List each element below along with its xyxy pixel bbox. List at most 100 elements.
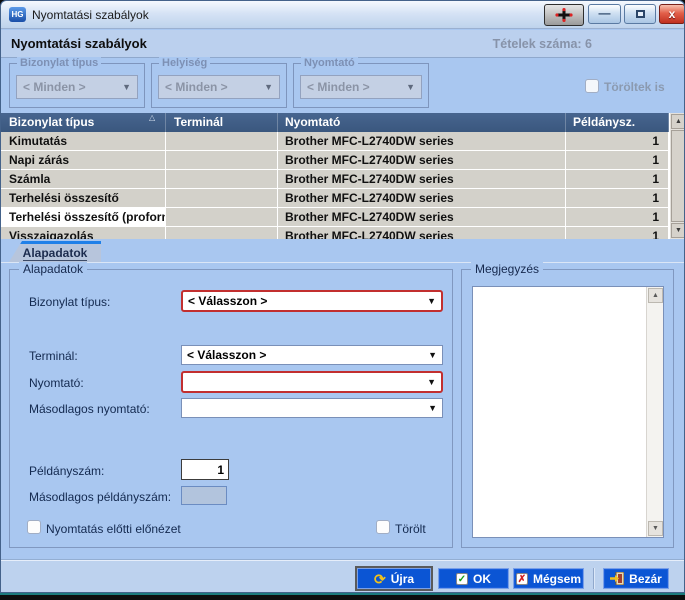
scroll-down-button[interactable]: ▼ xyxy=(671,223,685,238)
filter-selected-value: < Minden > xyxy=(307,80,370,94)
copies-label: Példányszám: xyxy=(29,464,104,478)
rules-table: Bizonylat típus △ Terminál Nyomtató Péld… xyxy=(1,113,685,239)
cell-printer[interactable]: Brother MFC-L2740DW series xyxy=(279,132,566,150)
secondary-printer-label: Másodlagos nyomtató: xyxy=(29,402,150,416)
show-deleted-checkbox[interactable] xyxy=(585,79,599,93)
cell-copies[interactable]: 1 xyxy=(567,170,669,188)
cell-printer[interactable]: Brother MFC-L2740DW series xyxy=(279,170,566,188)
maximize-button[interactable] xyxy=(624,4,656,24)
ok-label: OK xyxy=(473,572,491,586)
cell-terminal[interactable] xyxy=(167,227,278,239)
items-count-label: Tételek száma: xyxy=(493,37,582,51)
cell-copies[interactable]: 1 xyxy=(567,151,669,169)
cell-document-type[interactable]: Terhelési összesítő (proform xyxy=(1,208,166,226)
scroll-down-button[interactable]: ▼ xyxy=(648,521,663,536)
retry-icon: ⟳ xyxy=(374,573,386,585)
filter-group-label: Helyiség xyxy=(159,57,210,69)
chevron-down-icon: ▼ xyxy=(406,76,415,98)
deleted-label: Törölt xyxy=(395,522,426,536)
selected-value: < Válasszon > xyxy=(188,294,267,308)
document-type-label: Bizonylat típus: xyxy=(29,295,110,309)
table-row[interactable]: Napi zárás Brother MFC-L2740DW series 1 xyxy=(1,151,669,170)
cell-copies[interactable]: 1 xyxy=(567,227,669,239)
table-header: Bizonylat típus △ Terminál Nyomtató Péld… xyxy=(1,113,669,132)
ok-button[interactable]: ✓ OK xyxy=(438,568,509,589)
secondary-printer-select[interactable]: ▼ xyxy=(181,398,443,418)
filter-selected-value: < Minden > xyxy=(165,80,228,94)
comment-textarea[interactable]: ▲ ▼ xyxy=(472,286,664,538)
retry-button[interactable]: ⟳ Újra xyxy=(355,566,433,591)
groupbox-label: Megjegyzés xyxy=(471,262,543,276)
filter-document-type-select[interactable]: < Minden > ▼ xyxy=(16,75,138,99)
sort-ascending-icon: △ xyxy=(149,113,155,122)
close-button[interactable]: x xyxy=(659,4,685,24)
filter-group-document-type: Bizonylat típus < Minden > ▼ xyxy=(9,63,145,108)
move-icon xyxy=(554,8,574,22)
column-header-copies[interactable]: Példánysz. xyxy=(567,113,669,132)
cell-terminal[interactable] xyxy=(167,189,278,207)
cell-printer[interactable]: Brother MFC-L2740DW series xyxy=(279,189,566,207)
scrollbar-thumb[interactable] xyxy=(671,130,685,222)
table-row[interactable]: Kimutatás Brother MFC-L2740DW series 1 xyxy=(1,132,669,151)
cell-printer[interactable]: Brother MFC-L2740DW series xyxy=(279,151,566,169)
cell-printer[interactable]: Brother MFC-L2740DW series xyxy=(279,208,566,226)
tab-strip: Alapadatok xyxy=(1,239,684,262)
cancel-button[interactable]: ✗ Mégsem xyxy=(513,568,584,589)
cell-terminal[interactable] xyxy=(167,170,278,188)
window-title: Nyomtatási szabályok xyxy=(32,8,149,22)
filter-group-label: Bizonylat típus xyxy=(17,57,101,69)
retry-label: Újra xyxy=(391,572,414,586)
cell-document-type[interactable]: Terhelési összesítő xyxy=(1,189,166,207)
table-row-selected[interactable]: Terhelési összesítő (proform Brother MFC… xyxy=(1,208,669,227)
close-form-button[interactable]: Bezár xyxy=(603,568,669,589)
cell-document-type[interactable]: Kimutatás xyxy=(1,132,166,150)
column-header-document-type[interactable]: Bizonylat típus xyxy=(1,113,166,132)
cell-printer[interactable]: Brother MFC-L2740DW series xyxy=(279,227,566,239)
cell-copies[interactable]: 1 xyxy=(567,208,669,226)
scroll-up-button[interactable]: ▲ xyxy=(671,114,685,129)
document-type-select[interactable]: < Válasszon > ▼ xyxy=(181,290,443,312)
filter-selected-value: < Minden > xyxy=(23,80,86,94)
table-scrollbar[interactable]: ▲ ▼ xyxy=(669,113,685,239)
cell-copies[interactable]: 1 xyxy=(567,189,669,207)
filter-group-printer: Nyomtató < Minden > ▼ xyxy=(293,63,429,108)
chevron-down-icon: ▼ xyxy=(427,377,436,387)
secondary-copies-input xyxy=(181,486,227,505)
cell-terminal[interactable] xyxy=(167,132,278,150)
table-row[interactable]: Visszaigazolás Brother MFC-L2740DW serie… xyxy=(1,227,669,239)
form-header: Nyomtatási szabályok Tételek száma: 6 xyxy=(1,30,684,58)
table-row[interactable]: Terhelési összesítő Brother MFC-L2740DW … xyxy=(1,189,669,208)
cancel-x-icon: ✗ xyxy=(516,573,528,585)
move-window-button[interactable] xyxy=(544,4,584,26)
cell-terminal[interactable] xyxy=(167,208,278,226)
chevron-down-icon: ▼ xyxy=(428,350,437,360)
filter-printer-select[interactable]: < Minden > ▼ xyxy=(300,75,422,99)
selected-value: < Válasszon > xyxy=(187,348,266,362)
minimize-button[interactable]: — xyxy=(588,4,621,24)
copies-input[interactable] xyxy=(181,459,229,480)
deleted-checkbox[interactable] xyxy=(376,520,390,534)
terminal-select[interactable]: < Válasszon > ▼ xyxy=(181,345,443,365)
column-header-printer[interactable]: Nyomtató xyxy=(279,113,566,132)
title-bar[interactable]: HG Nyomtatási szabályok — x xyxy=(1,1,684,29)
button-divider xyxy=(593,568,594,589)
printer-select[interactable]: ▼ xyxy=(181,371,443,393)
close-icon: x xyxy=(669,7,676,21)
filter-group-label: Nyomtató xyxy=(301,57,358,69)
cell-terminal[interactable] xyxy=(167,151,278,169)
comment-scrollbar[interactable]: ▲ ▼ xyxy=(646,287,663,537)
filter-location-select[interactable]: < Minden > ▼ xyxy=(158,75,280,99)
cell-copies[interactable]: 1 xyxy=(567,132,669,150)
cell-document-type[interactable]: Napi zárás xyxy=(1,151,166,169)
scroll-up-button[interactable]: ▲ xyxy=(648,288,663,303)
column-header-terminal[interactable]: Terminál xyxy=(167,113,278,132)
cell-document-type[interactable]: Visszaigazolás xyxy=(1,227,166,239)
show-deleted-label: Töröltek is xyxy=(604,80,665,94)
cell-document-type[interactable]: Számla xyxy=(1,170,166,188)
print-preview-checkbox[interactable] xyxy=(27,520,41,534)
print-preview-label: Nyomtatás előtti előnézet xyxy=(46,522,181,536)
ok-check-icon: ✓ xyxy=(456,573,468,585)
table-row[interactable]: Számla Brother MFC-L2740DW series 1 xyxy=(1,170,669,189)
screen: HG Nyomtatási szabályok — x xyxy=(0,0,685,600)
tab-alapadatok[interactable]: Alapadatok xyxy=(9,241,101,262)
